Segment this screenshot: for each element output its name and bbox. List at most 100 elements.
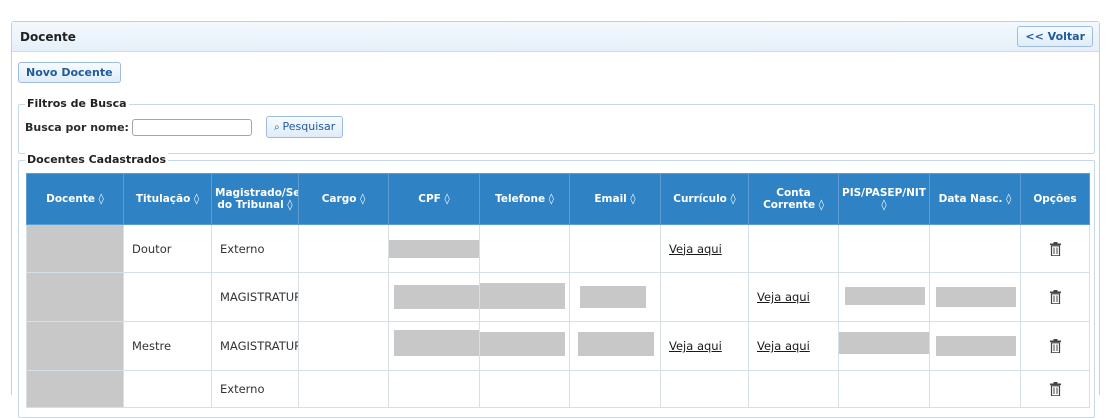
column-header-titulacao[interactable]: Titulação ◊ <box>123 173 212 225</box>
data-nasc-cell <box>929 321 1021 371</box>
new-docente-button[interactable]: Novo Docente <box>18 62 121 83</box>
redacted-block <box>27 371 123 407</box>
redacted-block <box>936 287 1016 307</box>
column-header-curriculo[interactable]: Currículo ◊ <box>660 173 749 225</box>
magistrado-cell: Externo <box>211 370 299 408</box>
pis-cell <box>838 224 930 273</box>
redacted-block <box>845 287 925 305</box>
docente-panel: Docente << Voltar Novo Docente Filtros d… <box>11 21 1100 418</box>
redacted-block <box>480 332 565 356</box>
table-row: MAGISTRATUR Veja aqui <box>26 272 1090 322</box>
magistrado-cell: MAGISTRATUR <box>211 272 299 322</box>
email-cell <box>569 321 661 371</box>
curriculo-cell: Veja aqui <box>660 224 749 273</box>
column-header-data-nasc[interactable]: Data Nasc. ◊ <box>929 173 1021 225</box>
cpf-cell <box>388 272 480 322</box>
options-cell <box>1020 224 1090 273</box>
registered-legend: Docentes Cadastrados <box>25 153 169 166</box>
options-cell <box>1020 321 1090 371</box>
table-row: Doutor Externo Veja aqui <box>26 224 1090 273</box>
search-button[interactable]: ⌕ Pesquisar <box>265 116 344 138</box>
redacted-block <box>578 332 654 356</box>
conta-corrente-link[interactable]: Veja aqui <box>757 290 810 304</box>
redacted-block <box>936 336 1016 356</box>
registered-docentes: Docentes Cadastrados Docente ◊ Titulação… <box>18 153 1095 418</box>
curriculo-link[interactable]: Veja aqui <box>669 339 722 353</box>
docente-cell <box>26 321 124 371</box>
cpf-cell <box>388 370 480 408</box>
docente-cell <box>26 224 124 273</box>
trash-icon[interactable] <box>1049 339 1061 354</box>
pis-cell <box>838 370 930 408</box>
column-header-cpf[interactable]: CPF ◊ <box>388 173 480 225</box>
column-header-email[interactable]: Email ◊ <box>569 173 661 225</box>
docentes-table: Docente ◊ Titulação ◊ Magistrado/Se do T… <box>26 173 1090 408</box>
cargo-cell <box>298 224 389 273</box>
titulacao-cell: Mestre <box>123 321 212 371</box>
conta-corrente-cell: Veja aqui <box>748 272 839 322</box>
cargo-cell <box>298 370 389 408</box>
telefone-cell <box>479 224 570 273</box>
telefone-cell <box>479 370 570 408</box>
cpf-cell <box>388 321 480 371</box>
data-nasc-cell <box>929 272 1021 322</box>
column-header-docente[interactable]: Docente ◊ <box>26 173 124 225</box>
curriculo-cell: Veja aqui <box>660 321 749 371</box>
magistrado-cell: Externo <box>211 224 299 273</box>
cpf-cell <box>388 224 480 273</box>
search-button-label: Pesquisar <box>282 120 336 133</box>
pis-cell <box>838 321 930 371</box>
magistrado-cell: MAGISTRATUR <box>211 321 299 371</box>
conta-corrente-cell <box>748 224 839 273</box>
redacted-block <box>27 225 123 272</box>
search-name-input[interactable] <box>131 118 252 136</box>
redacted-block <box>480 283 565 309</box>
data-nasc-cell <box>929 370 1021 408</box>
column-header-telefone[interactable]: Telefone ◊ <box>479 173 570 225</box>
docente-cell <box>26 370 124 408</box>
trash-icon[interactable] <box>1049 290 1061 305</box>
email-cell <box>569 224 661 273</box>
redacted-block <box>394 330 479 356</box>
conta-corrente-cell: Veja aqui <box>748 321 839 371</box>
column-header-pis-pasep-nit[interactable]: PIS/PASEP/NIT ◊ <box>838 173 930 225</box>
redacted-block <box>394 285 479 309</box>
filters-legend: Filtros de Busca <box>25 97 129 110</box>
table-row: Mestre MAGISTRATUR Veja aqui Veja aqui <box>26 321 1090 371</box>
conta-corrente-cell <box>748 370 839 408</box>
curriculo-cell <box>660 272 749 322</box>
column-header-magistrado[interactable]: Magistrado/Se do Tribunal ◊ <box>211 173 299 225</box>
data-nasc-cell <box>929 224 1021 273</box>
email-cell <box>569 370 661 408</box>
search-icon: ⌕ <box>273 122 280 133</box>
curriculo-link[interactable]: Veja aqui <box>669 242 722 256</box>
redacted-block <box>389 240 479 258</box>
telefone-cell <box>479 272 570 322</box>
options-cell <box>1020 272 1090 322</box>
pis-cell <box>838 272 930 322</box>
column-header-cargo[interactable]: Cargo ◊ <box>298 173 389 225</box>
trash-icon[interactable] <box>1049 241 1061 256</box>
trash-icon[interactable] <box>1049 382 1061 397</box>
redacted-block <box>27 273 123 321</box>
panel-header: Docente << Voltar <box>12 22 1099 52</box>
redacted-block <box>580 286 646 308</box>
column-header-opcoes: Opções <box>1020 173 1090 225</box>
titulacao-cell <box>123 272 212 322</box>
search-filters: Filtros de Busca Busca por nome: ⌕ Pesqui… <box>18 97 1095 154</box>
back-button[interactable]: << Voltar <box>1017 26 1093 47</box>
table-row: Externo <box>26 370 1090 408</box>
titulacao-cell <box>123 370 212 408</box>
table-header-row: Docente ◊ Titulação ◊ Magistrado/Se do T… <box>26 173 1090 225</box>
column-header-conta-corrente[interactable]: Conta Corrente ◊ <box>748 173 839 225</box>
page-title: Docente <box>20 29 76 44</box>
search-label: Busca por nome: <box>25 120 129 134</box>
cargo-cell <box>298 272 389 322</box>
curriculo-cell <box>660 370 749 408</box>
docente-cell <box>26 272 124 322</box>
redacted-block <box>27 322 123 370</box>
conta-corrente-link[interactable]: Veja aqui <box>757 339 810 353</box>
cargo-cell <box>298 321 389 371</box>
email-cell <box>569 272 661 322</box>
titulacao-cell: Doutor <box>123 224 212 273</box>
